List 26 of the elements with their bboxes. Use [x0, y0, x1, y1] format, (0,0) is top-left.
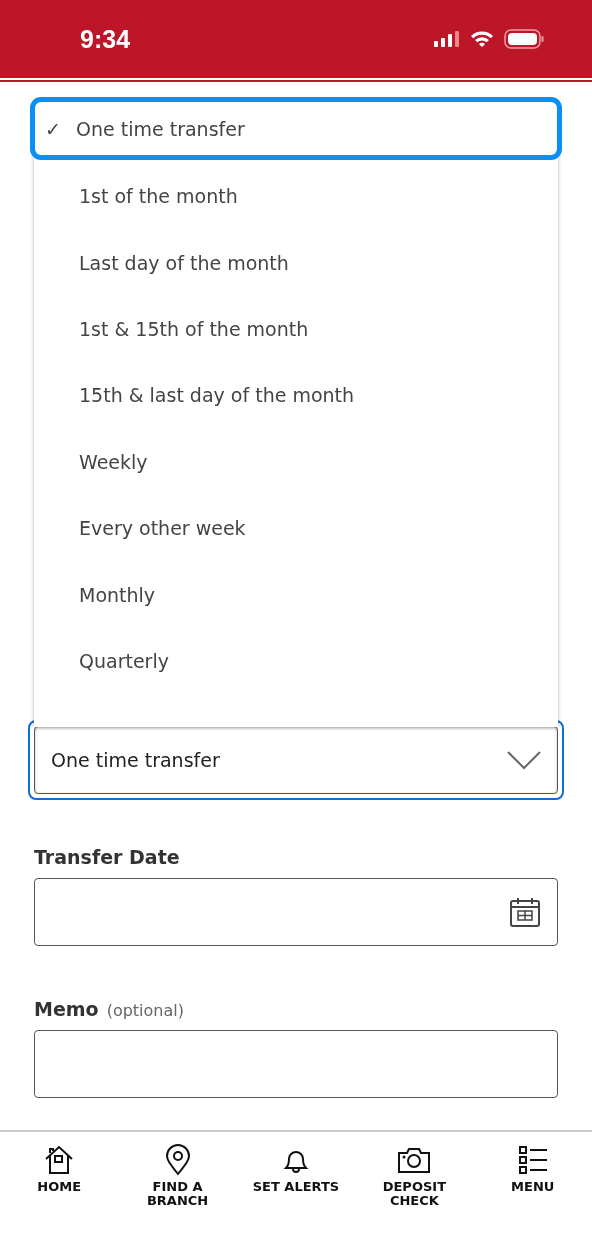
dropdown-option[interactable]: 15th & last day of the month [34, 362, 558, 429]
battery-icon [504, 29, 544, 49]
field-label: Transfer Date [34, 846, 181, 868]
dropdown-option[interactable]: Last day of the month [34, 229, 558, 296]
signal-icon [434, 31, 460, 47]
nav-tab[interactable]: HOME [4, 1144, 115, 1246]
dropdown-option[interactable]: ✓ One time transfer [30, 97, 562, 160]
dropdown-option[interactable]: 1st & 15th of the month [34, 295, 558, 363]
dropdown-option[interactable]: Weekly [34, 428, 558, 495]
menu-icon [516, 1144, 549, 1176]
nav-tab[interactable]: FIND A BRANCH [122, 1144, 233, 1246]
status-time: 9:34 [80, 24, 131, 54]
dropdown-option[interactable]: 1st of the month [34, 163, 558, 230]
wifi-icon [470, 30, 494, 48]
chevron-down-icon [507, 750, 541, 770]
dropdown-option[interactable]: Every other week [34, 494, 558, 562]
date-field[interactable] [34, 878, 558, 946]
dropdown-option[interactable]: Monthly [34, 561, 558, 628]
nav-tab[interactable]: SET ALERTS [240, 1144, 351, 1246]
memo-field[interactable] [34, 1030, 558, 1098]
nav-tab[interactable]: MENU [477, 1144, 588, 1246]
dropdown-option[interactable]: Quarterly [34, 627, 558, 695]
nav-tab[interactable]: DEPOSIT CHECK [359, 1144, 470, 1246]
field-label: Memo [34, 998, 99, 1020]
optional-hint: (optional) [106, 1001, 184, 1020]
calendar-icon [509, 896, 541, 928]
